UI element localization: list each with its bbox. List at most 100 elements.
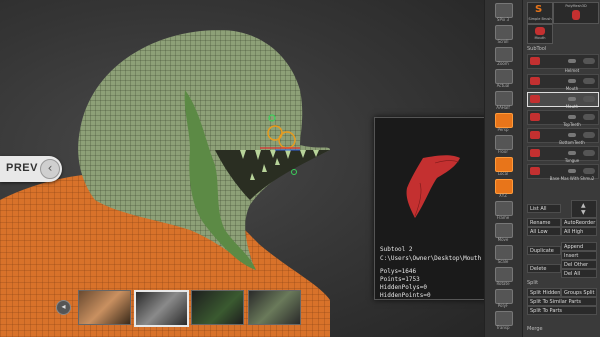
tool-palette: S Simple Brush PolyMesh3D Mouth SubTool …: [522, 0, 600, 337]
spix-icon: [495, 3, 513, 18]
scale-icon: [495, 245, 513, 260]
scale-button[interactable]: Scale: [490, 244, 516, 268]
popup-points: Points=1753: [380, 276, 420, 283]
xyz-button[interactable]: XYZ: [490, 178, 516, 202]
rotate-button[interactable]: Rotate: [490, 266, 516, 290]
toggle-icon[interactable]: [583, 96, 595, 102]
move-button[interactable]: Move: [490, 222, 516, 246]
prev-button[interactable]: PREV ‹: [0, 156, 62, 182]
toggle-icon[interactable]: [583, 168, 595, 174]
mouth-tool-tile[interactable]: Mouth: [527, 24, 553, 44]
rename-button[interactable]: Rename: [527, 218, 561, 227]
all-low-button[interactable]: All Low: [527, 227, 561, 236]
subtool-name: Helmet: [564, 68, 580, 73]
eye-icon[interactable]: [568, 133, 576, 137]
split-hidden-button[interactable]: Split Hidden: [527, 288, 561, 297]
eye-icon[interactable]: [568, 115, 576, 119]
subtool-thumb-icon: [530, 77, 540, 85]
subtool-name: Base Mas With Shmu2: [549, 176, 595, 181]
eye-icon[interactable]: [568, 151, 576, 155]
spix-button[interactable]: SPix 3: [490, 2, 516, 26]
thumbnail-1[interactable]: [78, 290, 131, 325]
polymesh-thumb-icon: [572, 10, 580, 20]
aahalf-icon: [495, 91, 513, 106]
del-all-button[interactable]: Del All: [561, 269, 597, 278]
arrow-up-icon: ▲: [581, 202, 586, 209]
toggle-icon[interactable]: [583, 114, 595, 120]
eye-icon[interactable]: [568, 169, 576, 173]
duplicate-button[interactable]: Duplicate: [527, 246, 561, 255]
frame-button[interactable]: Frame: [490, 200, 516, 224]
subtool-thumb-icon: [530, 131, 540, 139]
subtool-thumb-icon: [530, 167, 540, 175]
persp-icon: [495, 113, 513, 128]
eye-icon[interactable]: [568, 59, 576, 63]
simple-brush-tile[interactable]: S Simple Brush: [527, 2, 553, 24]
subtool-name: BottomTeeth: [559, 140, 585, 145]
zoom-button[interactable]: Zoom: [490, 46, 516, 70]
all-high-button[interactable]: All High: [561, 227, 597, 236]
chevron-left-icon: ‹: [40, 159, 60, 179]
append-button[interactable]: Append: [561, 242, 597, 251]
prev-label: PREV: [6, 162, 38, 174]
subtool-arrows[interactable]: ▲ ▼: [571, 200, 597, 218]
polyf-icon: [495, 289, 513, 304]
thumbnail-3[interactable]: [191, 290, 244, 325]
polyf-button[interactable]: PolyF: [490, 288, 516, 312]
popup-subtool-path: C:\Users\Owner\Desktop\Mouth: [380, 255, 482, 262]
merge-header: Merge: [527, 326, 543, 332]
aahalf-button[interactable]: AAHalf: [490, 90, 516, 114]
transp-button[interactable]: Transp: [490, 310, 516, 334]
move-icon: [495, 223, 513, 238]
subtool-thumb-icon: [530, 149, 540, 157]
right-shelf-toolbar: SPix 3 Scroll Zoom Actual AAHalf Persp F…: [484, 0, 523, 337]
frame-icon: [495, 201, 513, 216]
toggle-icon[interactable]: [583, 78, 595, 84]
list-all-button[interactable]: List All: [527, 204, 561, 213]
subtool-thumb-icon: [530, 113, 540, 121]
popup-hidden-polys: HiddenPolys=0: [380, 284, 427, 291]
brush-s-icon: S: [535, 4, 543, 15]
actual-icon: [495, 69, 513, 84]
subtool-thumb-icon: [530, 57, 540, 65]
subtool-name: Mouth: [565, 86, 579, 91]
polymesh3d-tile[interactable]: PolyMesh3D: [553, 2, 599, 24]
toggle-icon[interactable]: [583, 132, 595, 138]
zoom-icon: [495, 47, 513, 62]
eye-icon[interactable]: [568, 79, 576, 83]
local-icon: [495, 157, 513, 172]
scroll-button[interactable]: Scroll: [490, 24, 516, 48]
floor-button[interactable]: Floor: [490, 134, 516, 158]
local-button[interactable]: Local: [490, 156, 516, 180]
popup-hidden-points: HiddenPoints=0: [380, 292, 431, 299]
subtool-row[interactable]: [527, 54, 599, 69]
floor-icon: [495, 135, 513, 150]
scroll-icon: [495, 25, 513, 40]
subtool-name: TopTeeth: [563, 122, 581, 127]
split-header: Split: [527, 280, 539, 286]
subtool-thumb-icon: [530, 95, 540, 103]
persp-button[interactable]: Persp: [490, 112, 516, 136]
transp-icon: [495, 311, 513, 326]
actual-button[interactable]: Actual: [490, 68, 516, 92]
arrow-down-icon: ▼: [581, 209, 586, 216]
eye-icon[interactable]: [568, 97, 576, 101]
xyz-icon: [495, 179, 513, 194]
split-similar-button[interactable]: Split To Similar Parts: [527, 297, 597, 306]
toggle-icon[interactable]: [583, 150, 595, 156]
groups-split-button[interactable]: Groups Split: [561, 288, 597, 297]
popup-polys: Polys=1646: [380, 268, 417, 275]
split-parts-button[interactable]: Split To Parts: [527, 306, 597, 315]
thumbnail-4[interactable]: [248, 290, 301, 325]
subtool-header: SubTool: [527, 46, 547, 52]
subtool-name: Tongue: [564, 158, 580, 163]
thumbs-left-arrow-icon[interactable]: ◂: [56, 300, 71, 315]
autoreorder-button[interactable]: AutoReorder: [561, 218, 597, 227]
del-other-button[interactable]: Del Other: [561, 260, 597, 269]
delete-button[interactable]: Delete: [527, 264, 561, 273]
popup-subtool-name: Subtool 2: [380, 246, 413, 253]
thumbnail-2[interactable]: [134, 290, 189, 327]
insert-button[interactable]: Insert: [561, 251, 597, 260]
toggle-icon[interactable]: [583, 58, 595, 64]
mouth-thumb-icon: [535, 27, 545, 35]
